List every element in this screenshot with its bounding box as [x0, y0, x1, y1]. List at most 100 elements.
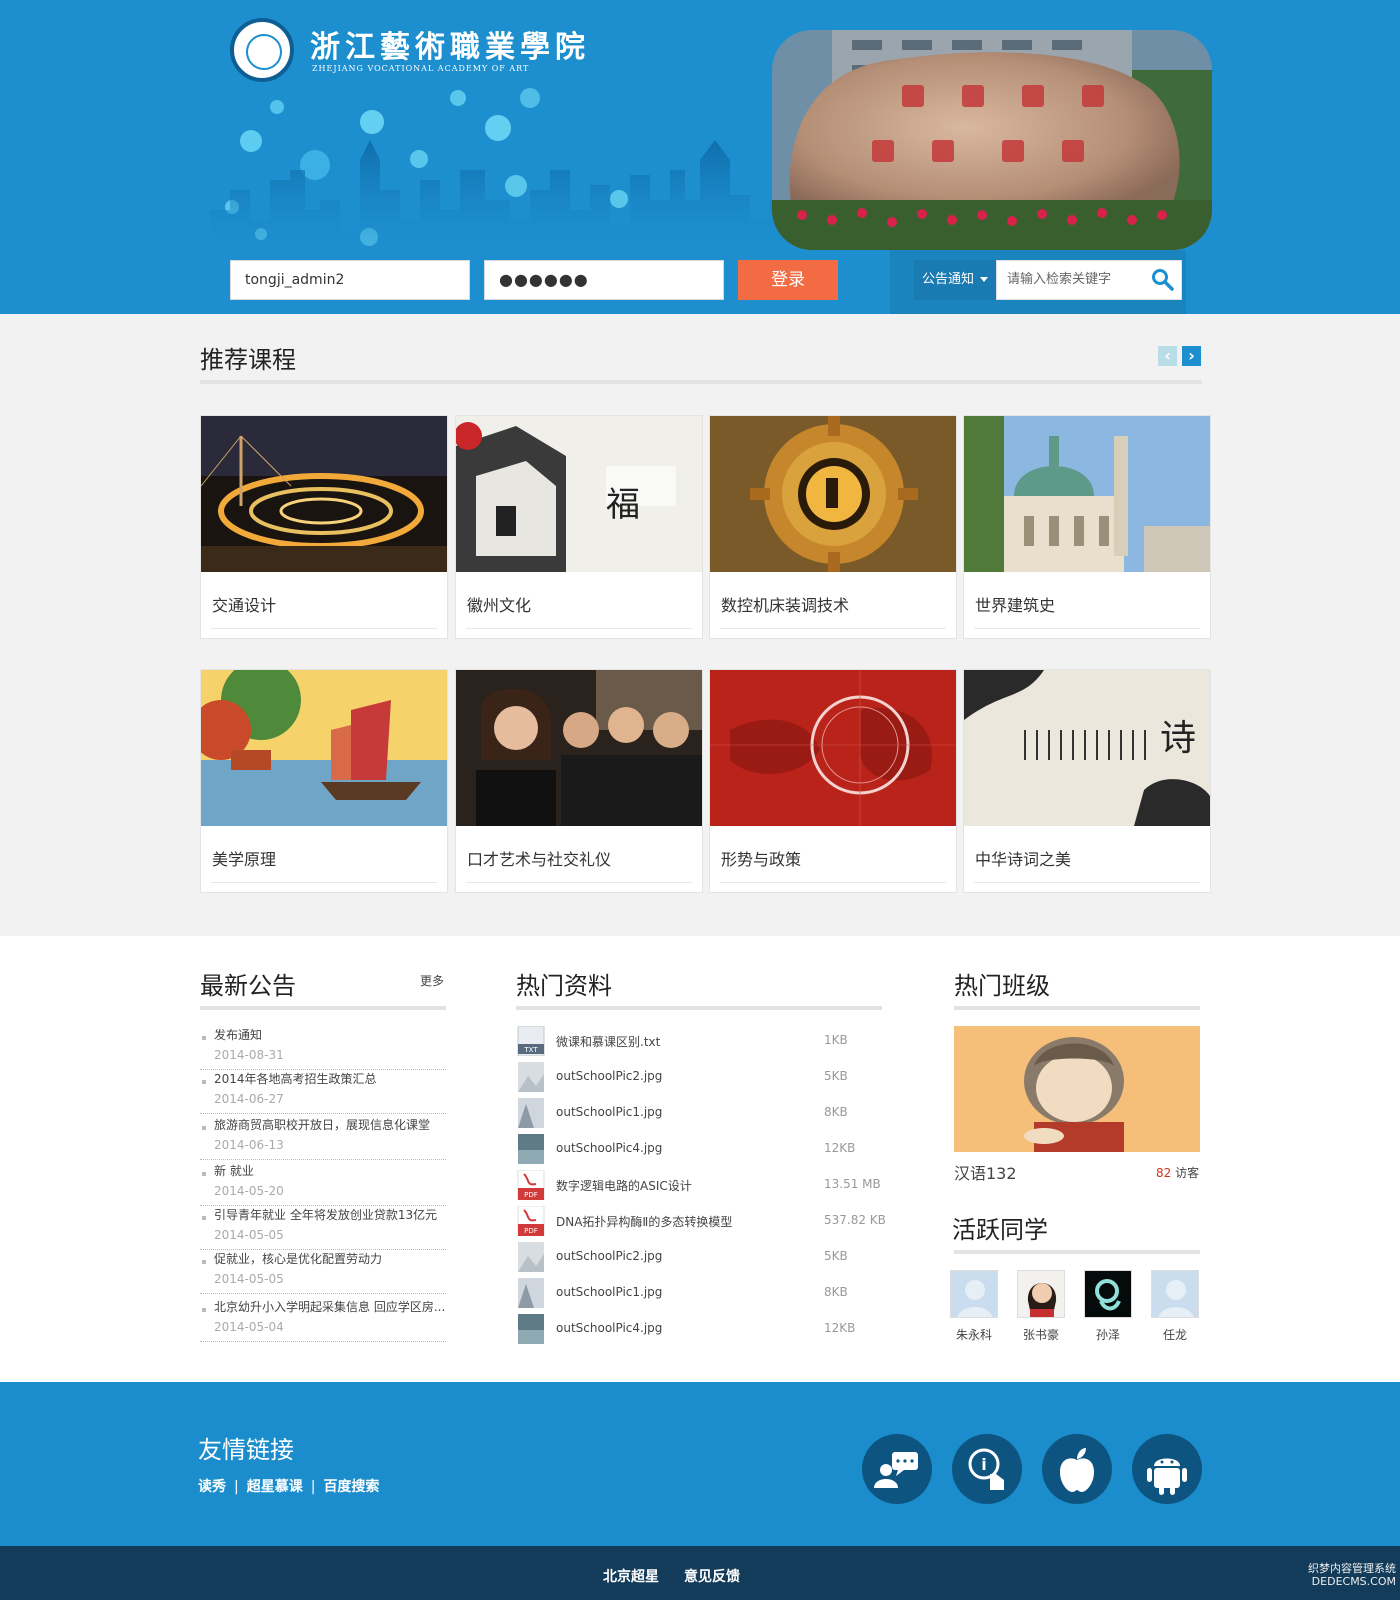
notice-title[interactable]: 促就业，核心是优化配置劳动力 [214, 1250, 446, 1267]
file-name[interactable]: outSchoolPic1.jpg [556, 1105, 662, 1119]
bullet [202, 1172, 206, 1176]
search-icon[interactable] [1150, 267, 1176, 293]
notice-date: 2014-05-04 [214, 1320, 284, 1334]
link-separator: | [234, 1479, 239, 1495]
username-input[interactable]: tongji_admin2 [230, 260, 470, 300]
next-arrow-icon[interactable]: › [1182, 346, 1201, 366]
notice-item[interactable]: 新 就业 2014-05-20 [200, 1162, 446, 1206]
password-input[interactable]: ●●●●●● [484, 260, 724, 300]
file-size: 12KB [824, 1321, 856, 1335]
school-seal-icon [230, 18, 294, 82]
file-name[interactable]: outSchoolPic4.jpg [556, 1321, 662, 1335]
friend-links: 读秀 | 超星慕课 | 百度搜索 [198, 1476, 379, 1496]
course-card[interactable]: 数控机床装调技术 [709, 415, 957, 639]
friend-link[interactable]: 读秀 [198, 1479, 226, 1495]
course-card[interactable]: 世界建筑史 [963, 415, 1211, 639]
courses-title: 推荐课程 [200, 346, 296, 374]
friend-link[interactable]: 百度搜索 [323, 1479, 379, 1495]
school-logo[interactable]: 浙江藝術職業學院 ZHEJIANG VOCATIONAL ACADEMY OF … [230, 18, 585, 82]
material-item[interactable]: TXT 微课和慕课区别.txt 1KB [516, 1026, 892, 1056]
notice-item[interactable]: 引导青年就业 全年将发放创业贷款13亿元 2014-05-05 [200, 1206, 446, 1250]
card-divider [211, 628, 437, 629]
avatar [1084, 1270, 1132, 1318]
student-item[interactable]: 孙泽 [1082, 1270, 1134, 1343]
course-thumbnail: 诗 [964, 670, 1210, 826]
course-thumbnail [710, 670, 956, 826]
watermark: 织梦内容管理系统 DEDECMS.COM [1290, 1562, 1396, 1588]
card-divider [974, 628, 1200, 629]
class-cover-image[interactable] [954, 1026, 1200, 1152]
file-name[interactable]: outSchoolPic2.jpg [556, 1069, 662, 1083]
search-category-select[interactable]: 公告通知 [914, 260, 996, 300]
notice-title[interactable]: 2014年各地高考招生政策汇总 [214, 1070, 446, 1087]
course-card[interactable]: 交通设计 [200, 415, 448, 639]
student-name: 张书豪 [1022, 1328, 1059, 1342]
material-item[interactable]: outSchoolPic2.jpg 5KB [516, 1242, 892, 1272]
file-type-tag: PDF [524, 1191, 538, 1199]
chat-support-icon[interactable] [862, 1434, 932, 1504]
image-file-icon [518, 1242, 544, 1272]
course-card[interactable]: 形势与政策 [709, 669, 957, 893]
material-item[interactable]: outSchoolPic1.jpg 8KB [516, 1098, 892, 1128]
pdf-file-icon: PDF [517, 1170, 545, 1200]
notice-item[interactable]: 促就业，核心是优化配置劳动力 2014-05-05 [200, 1250, 446, 1294]
bullet [202, 1260, 206, 1264]
course-card[interactable]: 口才艺术与社交礼仪 [455, 669, 703, 893]
card-divider [720, 628, 946, 629]
friend-link[interactable]: 超星慕课 [247, 1479, 303, 1495]
file-name[interactable]: DNA拓扑异构酶Ⅱ的多态转换模型 [556, 1213, 732, 1230]
materials-title: 热门资料 [516, 972, 612, 1000]
student-name: 任龙 [1162, 1328, 1187, 1342]
course-card[interactable]: 诗 中华诗词之美 [963, 669, 1211, 893]
notice-title[interactable]: 北京幼升小入学明起采集信息 回应学区房... [214, 1298, 446, 1315]
student-item[interactable]: 任龙 [1149, 1270, 1201, 1343]
material-item[interactable]: outSchoolPic2.jpg 5KB [516, 1062, 892, 1092]
course-card[interactable]: 美学原理 [200, 669, 448, 893]
touch-info-icon[interactable]: i [952, 1434, 1022, 1504]
material-item[interactable]: PDF 数字逻辑电路的ASIC设计 13.51 MB [516, 1170, 892, 1200]
file-size: 13.51 MB [824, 1177, 881, 1191]
notice-title[interactable]: 发布通知 [214, 1026, 446, 1043]
file-name[interactable]: 微课和慕课区别.txt [556, 1033, 660, 1050]
notice-title[interactable]: 引导青年就业 全年将发放创业贷款13亿元 [214, 1206, 446, 1223]
course-thumbnail [710, 416, 956, 572]
student-item[interactable]: 张书豪 [1015, 1270, 1067, 1343]
notice-item[interactable]: 旅游商贸高职校开放日，展现信息化课堂 2014-06-13 [200, 1116, 446, 1160]
student-name: 朱永科 [955, 1328, 992, 1342]
material-item[interactable]: outSchoolPic1.jpg 8KB [516, 1278, 892, 1308]
course-card[interactable]: 福 徽州文化 [455, 415, 703, 639]
notice-title[interactable]: 新 就业 [214, 1162, 446, 1179]
students-title: 活跃同学 [952, 1216, 1048, 1244]
notice-date: 2014-06-27 [214, 1092, 284, 1106]
course-name: 数控机床装调技术 [721, 596, 850, 615]
file-name[interactable]: 数字逻辑电路的ASIC设计 [556, 1177, 692, 1194]
notice-date: 2014-08-31 [214, 1048, 284, 1062]
section-divider [200, 380, 1202, 384]
file-name[interactable]: outSchoolPic1.jpg [556, 1285, 662, 1299]
material-item[interactable]: PDF DNA拓扑异构酶Ⅱ的多态转换模型 537.82 KB [516, 1206, 892, 1236]
bubble-decoration [450, 90, 466, 106]
file-name[interactable]: outSchoolPic4.jpg [556, 1141, 662, 1155]
section-divider [516, 1006, 882, 1010]
notice-item[interactable]: 发布通知 2014-08-31 [200, 1026, 446, 1070]
apple-icon[interactable] [1042, 1434, 1112, 1504]
site-header: 浙江藝術職業學院 ZHEJIANG VOCATIONAL ACADEMY OF … [0, 0, 1400, 314]
notices-more-link[interactable]: 更多 [420, 972, 444, 989]
watermark-line: DEDECMS.COM [1311, 1575, 1396, 1588]
android-icon[interactable] [1132, 1434, 1202, 1504]
file-size: 8KB [824, 1285, 848, 1299]
student-item[interactable]: 朱永科 [948, 1270, 1000, 1343]
course-name: 中华诗词之美 [975, 850, 1072, 869]
material-item[interactable]: outSchoolPic4.jpg 12KB [516, 1314, 892, 1344]
bottom-link[interactable]: 意见反馈 [684, 1566, 740, 1586]
class-name[interactable]: 汉语132 [954, 1160, 1017, 1184]
notice-item[interactable]: 2014年各地高考招生政策汇总 2014-06-27 [200, 1070, 446, 1114]
notice-title[interactable]: 旅游商贸高职校开放日，展现信息化课堂 [214, 1116, 446, 1133]
material-item[interactable]: outSchoolPic4.jpg 12KB [516, 1134, 892, 1164]
card-divider [466, 628, 692, 629]
bottom-link[interactable]: 北京超星 [603, 1566, 659, 1586]
file-name[interactable]: outSchoolPic2.jpg [556, 1249, 662, 1263]
notice-item[interactable]: 北京幼升小入学明起采集信息 回应学区房... 2014-05-04 [200, 1298, 446, 1342]
prev-arrow-icon[interactable]: ‹ [1158, 346, 1177, 366]
login-button[interactable]: 登录 [738, 260, 838, 300]
